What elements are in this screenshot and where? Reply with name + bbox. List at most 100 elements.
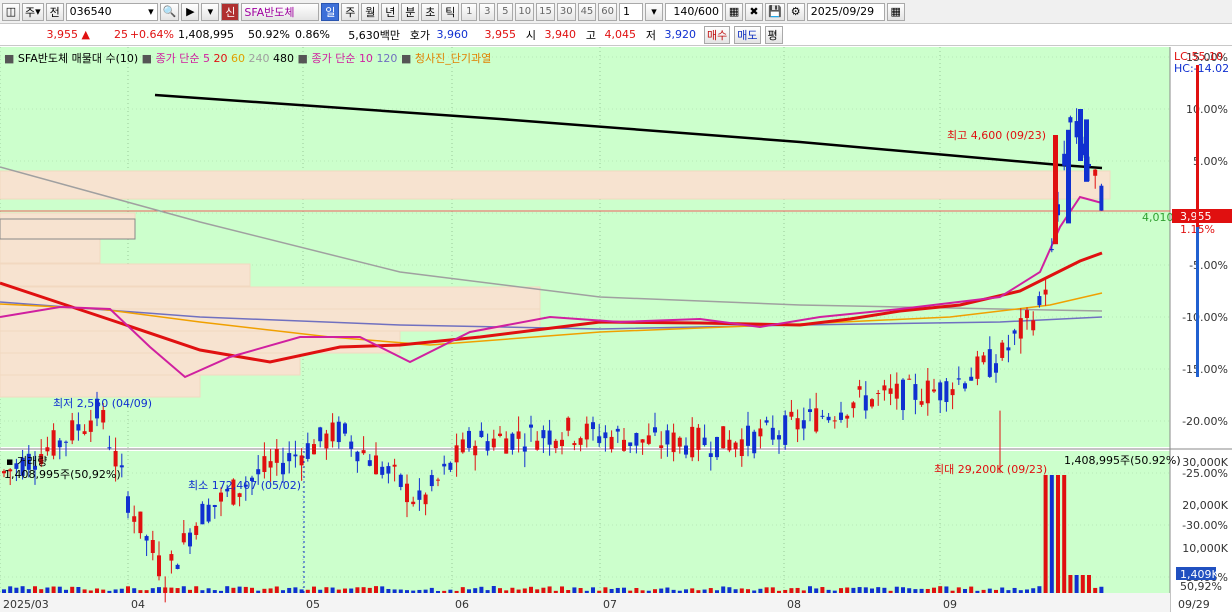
tab-0[interactable]: 일 [321,2,340,21]
volume-bar [1099,586,1104,593]
volume-bar [932,587,936,593]
volume-bar [938,586,943,593]
candle-body [1025,310,1029,318]
volume-bar [88,590,93,593]
candle-body [944,381,949,402]
interval-dropdown[interactable]: ▾ [645,2,664,21]
volume-bar [498,588,502,593]
chart-tool-icon[interactable]: ▦ [725,2,744,21]
volume-bar [274,586,279,593]
candle-body [975,356,980,379]
tab-1[interactable]: 주 [341,2,360,21]
volume-bar [677,590,682,593]
volume-bar [293,587,298,593]
toolbar: ◫ 주 ▾ 전 036540 ▾ 🔍 ▶ ▾ 신 SFA반도체 일주월년분초틱 13… [0,0,1232,24]
volume-bar [646,590,651,593]
vol-tick-label: 20,000K [1182,499,1228,512]
buy-button[interactable]: 매수 [704,25,731,44]
date-input[interactable]: 2025/09/29 [806,2,885,21]
volume-bar [423,589,428,593]
count-input[interactable]: 140/600 [665,2,724,21]
interval-30[interactable]: 30 [556,2,576,21]
volume-bar [324,587,329,593]
tab-2[interactable]: 월 [361,2,380,21]
volume-bar [33,586,37,593]
candle-body [312,444,316,455]
candle-body [851,402,856,409]
interval-5[interactable]: 5 [497,2,514,21]
menu-icon[interactable]: ◫ [2,2,20,21]
legend-ma-120: 120 [376,52,398,65]
candle-body [442,463,447,467]
save-icon[interactable]: 💾 [765,2,785,21]
prev-button[interactable]: 전 [45,2,64,21]
volume-bar [969,586,974,593]
candle-body [386,466,391,474]
volume-bar [572,587,577,593]
volume-bar [522,588,527,593]
volume-bar [510,587,515,593]
chevron-down-icon[interactable]: ▾ [201,2,220,21]
calendar-icon[interactable]: ▦ [886,2,905,21]
volume-bar [26,589,31,593]
volume-bar [467,589,471,593]
volume-bar [739,588,744,593]
eval-button[interactable]: 평 [764,25,783,44]
interval-3[interactable]: 3 [479,2,496,21]
candle-body [566,417,571,431]
volume-bar [299,589,304,593]
x-tick-label: 07 [603,598,617,611]
volume-bar [994,589,998,593]
candle-body [219,492,223,502]
volume-bar [715,590,719,593]
volume-bar [919,588,924,593]
period-select[interactable]: 주 ▾ [22,2,44,21]
volume-profile-bar [0,374,201,398]
candle-body [45,447,50,452]
candle-body [994,363,998,373]
volume-bar [634,587,639,593]
search-icon[interactable]: 🔍 [159,2,180,21]
volume-bar [950,590,955,593]
volume-bar [708,588,713,593]
interval-10[interactable]: 10 [515,2,535,21]
candle-body [801,420,806,429]
tab-4[interactable]: 분 [401,2,420,21]
candle-body [57,440,62,448]
price-chart[interactable]: 25.00%20.00%15.00%10.00%5.00%0.00%-5.00%… [0,47,1232,612]
tab-6[interactable]: 틱 [441,2,460,21]
candle-body [504,438,509,454]
interval-60[interactable]: 60 [598,2,618,21]
candle-body [274,448,279,463]
volume-bar [250,587,254,593]
code-input[interactable]: 036540 ▾ [65,2,158,21]
gear-icon[interactable]: ⚙ [786,2,805,21]
hc-label: HC:-14.02 [1174,62,1229,75]
tab-3[interactable]: 년 [381,2,400,21]
interval-45[interactable]: 45 [577,2,597,21]
interval-15[interactable]: 15 [536,2,555,21]
sell-button[interactable]: 매도 [734,25,761,44]
new-badge: 신 [221,2,240,21]
y-tick-label: -20.00% [1182,415,1228,428]
selected-profile-bar [0,218,136,240]
quote-price: 3,955 ▲ [46,28,90,41]
candle-body [516,431,521,439]
code-value: 036540 [69,5,112,18]
candle-body [76,424,81,431]
volume-bar [609,588,614,593]
interval-1[interactable]: 1 [461,2,478,21]
volume-bar [479,586,484,593]
candle-body [479,430,484,438]
speaker-icon[interactable]: ▶ [181,2,200,21]
candle-body [132,516,137,522]
interval-input[interactable]: 1 [619,2,644,21]
volume-bar [101,589,106,593]
candle-body [1000,342,1005,358]
tab-5[interactable]: 초 [421,2,440,21]
volume-bar [51,586,56,593]
candle-body [181,533,186,543]
candle-body [746,425,750,446]
candle-body [591,422,595,430]
cross-icon[interactable]: ✖ [745,2,764,21]
